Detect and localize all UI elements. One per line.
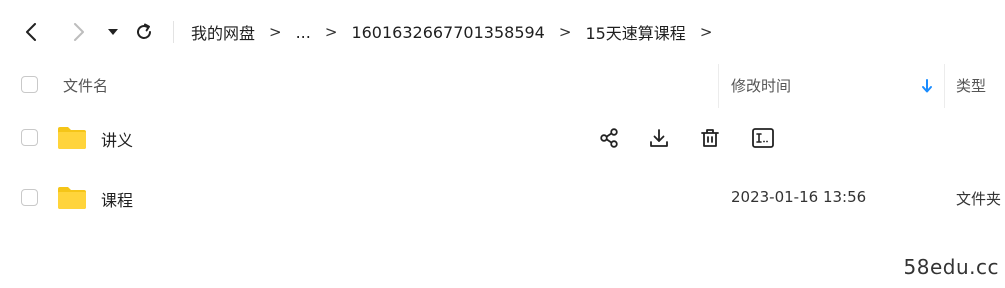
breadcrumb-separator: >: [269, 23, 282, 41]
chevron-right-icon: [74, 23, 84, 41]
list-header: 文件名 修改时间 类型: [0, 64, 1005, 108]
folder-icon: [58, 127, 86, 149]
breadcrumb-item-current[interactable]: 15天速算课程: [585, 20, 685, 44]
share-button[interactable]: [596, 125, 622, 151]
breadcrumb-separator: >: [324, 23, 338, 41]
breadcrumb-item-root[interactable]: 我的网盘: [191, 20, 255, 44]
watermark-text: 58edu.cc: [903, 255, 999, 279]
rename-button[interactable]: [750, 125, 776, 151]
row-checkbox[interactable]: [21, 129, 38, 146]
file-row[interactable]: 讲义: [0, 108, 1005, 168]
breadcrumb-separator: >: [699, 23, 713, 41]
breadcrumb-item-ellipsis[interactable]: ...: [296, 23, 311, 42]
column-divider[interactable]: [944, 64, 945, 108]
chevron-left-icon: [26, 23, 36, 41]
delete-icon: [701, 129, 719, 147]
folder-icon: [58, 187, 86, 209]
caret-down-icon: [108, 29, 118, 35]
file-type: 文件夹: [956, 190, 1002, 208]
refresh-button[interactable]: [130, 18, 158, 46]
download-button[interactable]: [646, 125, 672, 151]
forward-button[interactable]: [64, 18, 92, 46]
breadcrumb-separator: >: [558, 23, 572, 41]
column-header-name[interactable]: 文件名: [63, 75, 108, 96]
refresh-icon: [137, 23, 151, 39]
column-divider[interactable]: [718, 64, 719, 108]
back-button[interactable]: [18, 18, 46, 46]
column-header-type[interactable]: 类型: [956, 75, 986, 96]
history-dropdown-button[interactable]: [103, 18, 123, 46]
share-icon: [600, 128, 618, 148]
delete-button[interactable]: [697, 125, 723, 151]
toolbar: 我的网盘 > ... > 1601632667701358594 > 15天速算…: [0, 0, 1005, 64]
file-modified-time: 2023-01-16 13:56: [731, 188, 867, 206]
rename-icon: [752, 128, 774, 148]
row-checkbox[interactable]: [21, 189, 38, 206]
file-row[interactable]: 课程 2023-01-16 13:56 文件夹: [0, 168, 1005, 228]
select-all-checkbox[interactable]: [21, 76, 38, 93]
download-icon: [650, 129, 668, 147]
breadcrumb-item-folder-id[interactable]: 1601632667701358594: [351, 23, 544, 42]
toolbar-divider: [173, 21, 174, 43]
breadcrumb: 我的网盘 > ... > 1601632667701358594 > 15天速算…: [191, 19, 712, 45]
file-name[interactable]: 课程: [101, 187, 133, 211]
arrow-down-icon[interactable]: [919, 78, 935, 94]
file-name[interactable]: 讲义: [101, 127, 133, 151]
column-header-modified[interactable]: 修改时间: [731, 75, 791, 96]
